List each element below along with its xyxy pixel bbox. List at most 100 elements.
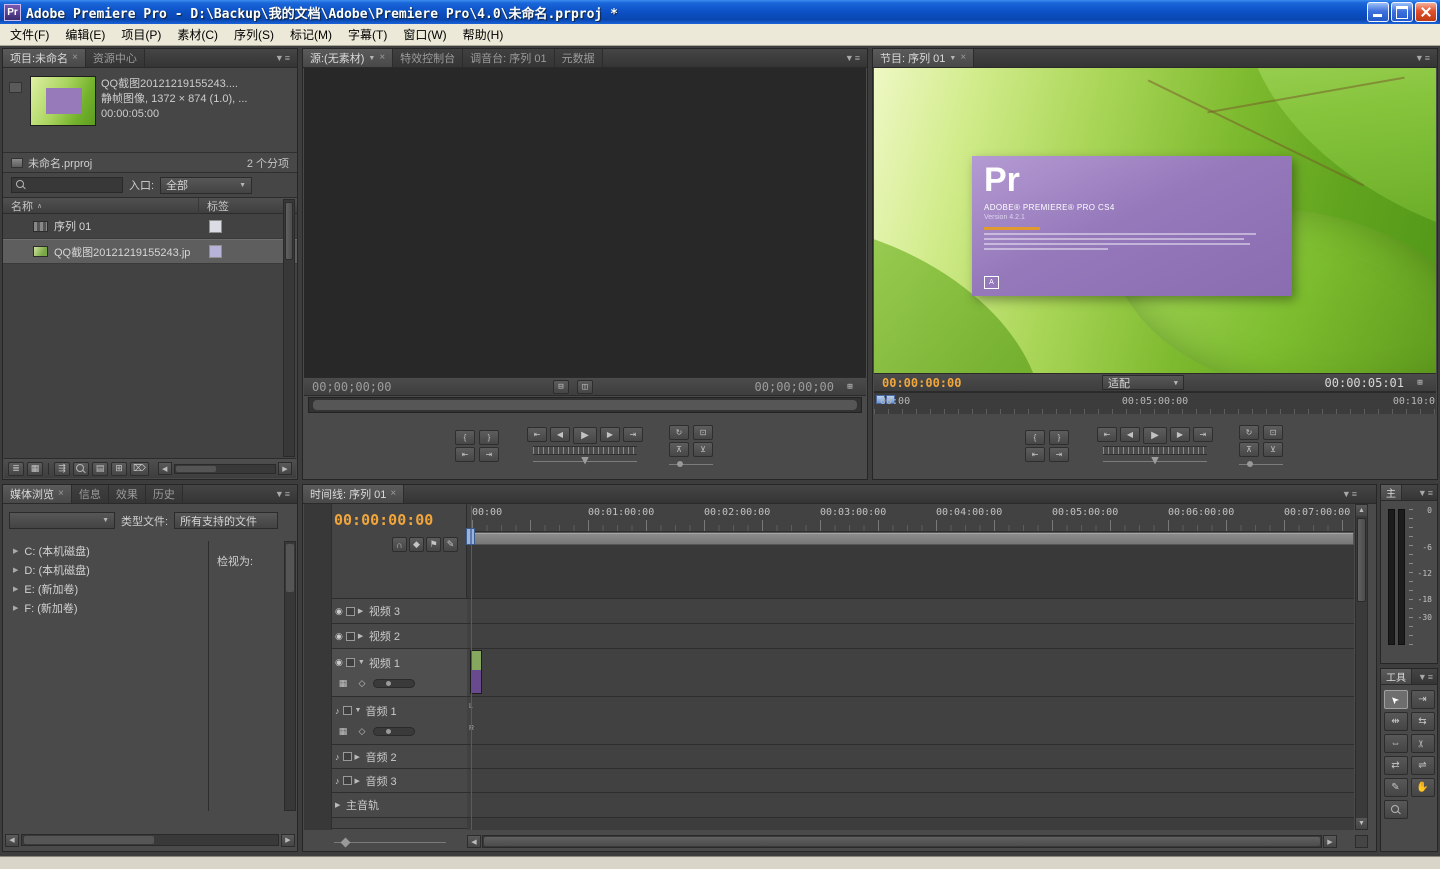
close-tab-icon[interactable]: × <box>379 53 385 63</box>
timeline-current-timecode[interactable]: 00:00:00:00 <box>334 511 433 529</box>
list-view-button[interactable]: ≣ <box>8 462 24 476</box>
previous-marker-button[interactable]: ⇤ <box>527 427 547 442</box>
track-lock-toggle[interactable] <box>346 632 355 641</box>
go-to-in-button[interactable]: ⇤ <box>1025 447 1045 462</box>
tab-resource-center[interactable]: 资源中心 <box>86 49 145 67</box>
toggle-track-mute-icon[interactable]: ♪ <box>335 752 340 762</box>
work-area-bar[interactable] <box>467 532 1354 545</box>
loop-button[interactable]: ↻ <box>669 425 689 440</box>
pen-tool-button[interactable]: ✎ <box>1384 778 1408 797</box>
play-button[interactable]: ▶ <box>573 427 597 444</box>
keyframe-icon[interactable]: ◇ <box>354 725 370 739</box>
set-display-style-icon[interactable]: ▦ <box>335 725 351 739</box>
track-volume-slider[interactable] <box>373 727 415 736</box>
go-to-out-button[interactable]: ⇥ <box>479 447 499 462</box>
preview-thumbnail[interactable] <box>30 76 96 126</box>
menu-sequence[interactable]: 序列(S) <box>226 23 282 46</box>
track-content-audio-3[interactable] <box>467 769 1354 793</box>
panel-options-icon[interactable]: ⊞ <box>842 380 858 394</box>
close-tab-icon[interactable]: × <box>390 489 396 499</box>
tab-audio-mixer[interactable]: 调音台: 序列 01 <box>463 49 554 67</box>
collapse-track-icon[interactable]: ▼ <box>358 659 366 666</box>
timeline-empty-area[interactable] <box>467 545 1354 599</box>
collapse-track-icon[interactable]: ▼ <box>355 707 363 714</box>
snap-toggle-button[interactable]: ∩ <box>392 537 407 552</box>
jog-control[interactable] <box>1103 446 1207 455</box>
program-mini-ruler[interactable]: 00:00 00:05:00:00 00:10:0 <box>874 392 1436 414</box>
set-in-button[interactable]: { <box>455 430 475 445</box>
selection-tool-button[interactable]: ➤ <box>1384 690 1408 709</box>
menu-help[interactable]: 帮助(H) <box>455 23 512 46</box>
track-lock-toggle[interactable] <box>343 752 352 761</box>
chevron-right-icon[interactable]: ▶ <box>13 547 18 555</box>
timeline-vertical-scrollbar[interactable]: ▲ ▼ <box>1355 504 1368 830</box>
tree-item-drive-d[interactable]: ▶ D: (本机磁盘) <box>3 560 208 579</box>
track-content-video-3[interactable] <box>467 599 1354 624</box>
scrollbar-thumb[interactable] <box>286 544 294 592</box>
entry-filter-dropdown[interactable]: 全部 ▼ <box>160 177 252 194</box>
step-back-button[interactable]: ◀ <box>550 427 570 442</box>
chevron-down-icon[interactable]: ▼ <box>949 55 956 62</box>
lift-button[interactable]: ⊼ <box>1239 442 1259 457</box>
label-color-chip[interactable] <box>209 245 222 258</box>
go-to-in-button[interactable]: ⇤ <box>455 447 475 462</box>
track-content-video-2[interactable] <box>467 624 1354 649</box>
find-button[interactable] <box>73 462 89 476</box>
set-display-style-icon[interactable]: ▦ <box>335 677 351 691</box>
panel-menu-button[interactable]: ▼≡ <box>839 49 867 67</box>
menu-clip[interactable]: 素材(C) <box>169 23 226 46</box>
list-item-image[interactable]: QQ截图20121219155243.jp <box>3 239 297 264</box>
new-item-button[interactable]: ⊞ <box>111 462 127 476</box>
search-input[interactable] <box>29 179 109 191</box>
tab-effect-controls[interactable]: 特效控制台 <box>393 49 463 67</box>
chevron-down-icon[interactable]: ▼ <box>368 55 375 62</box>
edit-marker-button[interactable]: ✎ <box>443 537 458 552</box>
maximize-button[interactable] <box>1391 2 1413 22</box>
view-area-thumb[interactable] <box>313 400 857 410</box>
tab-media-browser[interactable]: 媒体浏览 × <box>3 485 72 503</box>
loop-button[interactable]: ↻ <box>1239 425 1259 440</box>
set-out-button[interactable]: } <box>479 430 499 445</box>
scrollbar-thumb[interactable] <box>24 836 154 844</box>
label-color-chip[interactable] <box>209 220 222 233</box>
clear-button[interactable]: ⌦ <box>130 462 149 476</box>
close-tab-icon[interactable]: × <box>58 489 64 499</box>
previous-marker-button[interactable]: ⇤ <box>1097 427 1117 442</box>
shuttle-control[interactable] <box>533 457 637 466</box>
toggle-track-output-icon[interactable]: ◉ <box>335 657 343 668</box>
track-header-audio-3[interactable]: ♪ ▶ 音频 3 <box>332 769 467 793</box>
slide-tool-button[interactable]: ⇌ <box>1411 756 1435 775</box>
scroll-right-button[interactable]: ▶ <box>281 834 295 847</box>
chevron-right-icon[interactable]: ▶ <box>13 585 18 593</box>
track-header-video-2[interactable]: ◉ ▶ 视频 2 <box>332 624 467 649</box>
scrollbar-thumb[interactable] <box>1357 518 1366 602</box>
zoom-tool-button[interactable] <box>1384 800 1408 819</box>
collapse-track-icon[interactable]: ▶ <box>355 753 363 761</box>
track-header-video-1[interactable]: ◉ ▼ 视频 1 ▦ ◇ <box>332 649 467 697</box>
program-current-timecode[interactable]: 00:00:00:00 <box>882 376 961 390</box>
source-current-timecode[interactable]: 00;00;00;00 <box>312 380 391 394</box>
search-box[interactable] <box>11 177 123 193</box>
scroll-right-button[interactable]: ▶ <box>1323 835 1337 848</box>
list-item-sequence[interactable]: 序列 01 <box>3 214 297 239</box>
poster-frame-icon[interactable] <box>9 82 22 93</box>
overlay-button[interactable]: ⊻ <box>693 442 713 457</box>
collapse-track-icon[interactable]: ▶ <box>358 607 366 615</box>
hand-tool-button[interactable]: ✋ <box>1411 778 1435 797</box>
tab-project[interactable]: 项目:未命名 × <box>3 49 86 67</box>
toggle-track-mute-icon[interactable]: ♪ <box>335 776 340 786</box>
source-view-area-bar[interactable] <box>308 397 862 413</box>
timeline-ruler[interactable]: 00:00 00:01:00:00 00:02:00:00 00:03:00:0… <box>467 504 1354 532</box>
playhead-grip[interactable] <box>466 528 475 545</box>
track-header-video-3[interactable]: ◉ ▶ 视频 3 <box>332 599 467 624</box>
step-back-button[interactable]: ◀ <box>1120 427 1140 442</box>
playhead[interactable] <box>471 506 472 830</box>
icon-view-button[interactable]: ▦ <box>27 462 43 476</box>
panel-menu-button[interactable]: ▼≡ <box>269 485 297 503</box>
scrollbar-thumb[interactable] <box>484 837 1320 846</box>
safe-margins-button[interactable]: ⊡ <box>1263 425 1283 440</box>
rolling-edit-tool-button[interactable]: ⇆ <box>1411 712 1435 731</box>
menu-project[interactable]: 项目(P) <box>113 23 169 46</box>
panel-menu-button[interactable]: ▼≡ <box>1336 485 1376 503</box>
volume-slider[interactable] <box>669 461 713 468</box>
